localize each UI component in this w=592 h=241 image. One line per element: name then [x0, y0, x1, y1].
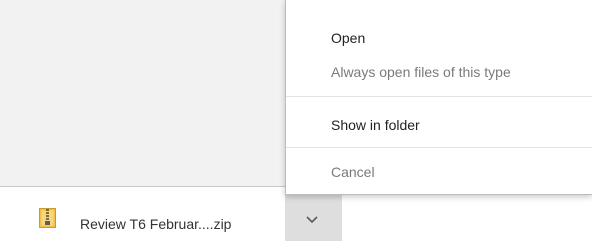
- menu-item-always-open: Always open files of this type: [331, 64, 511, 80]
- chevron-down-icon: [306, 216, 318, 224]
- menu-separator: [286, 96, 592, 97]
- zip-archive-icon: [39, 208, 56, 228]
- menu-item-cancel: Cancel: [331, 164, 375, 180]
- menu-item-show-in-folder[interactable]: Show in folder: [331, 117, 420, 133]
- menu-item-open[interactable]: Open: [331, 30, 365, 46]
- menu-separator: [286, 147, 592, 148]
- download-context-menu: Open Always open files of this type Show…: [285, 0, 592, 195]
- download-file-name[interactable]: Review T6 Februar....zip: [80, 216, 231, 232]
- download-menu-button[interactable]: [285, 187, 342, 241]
